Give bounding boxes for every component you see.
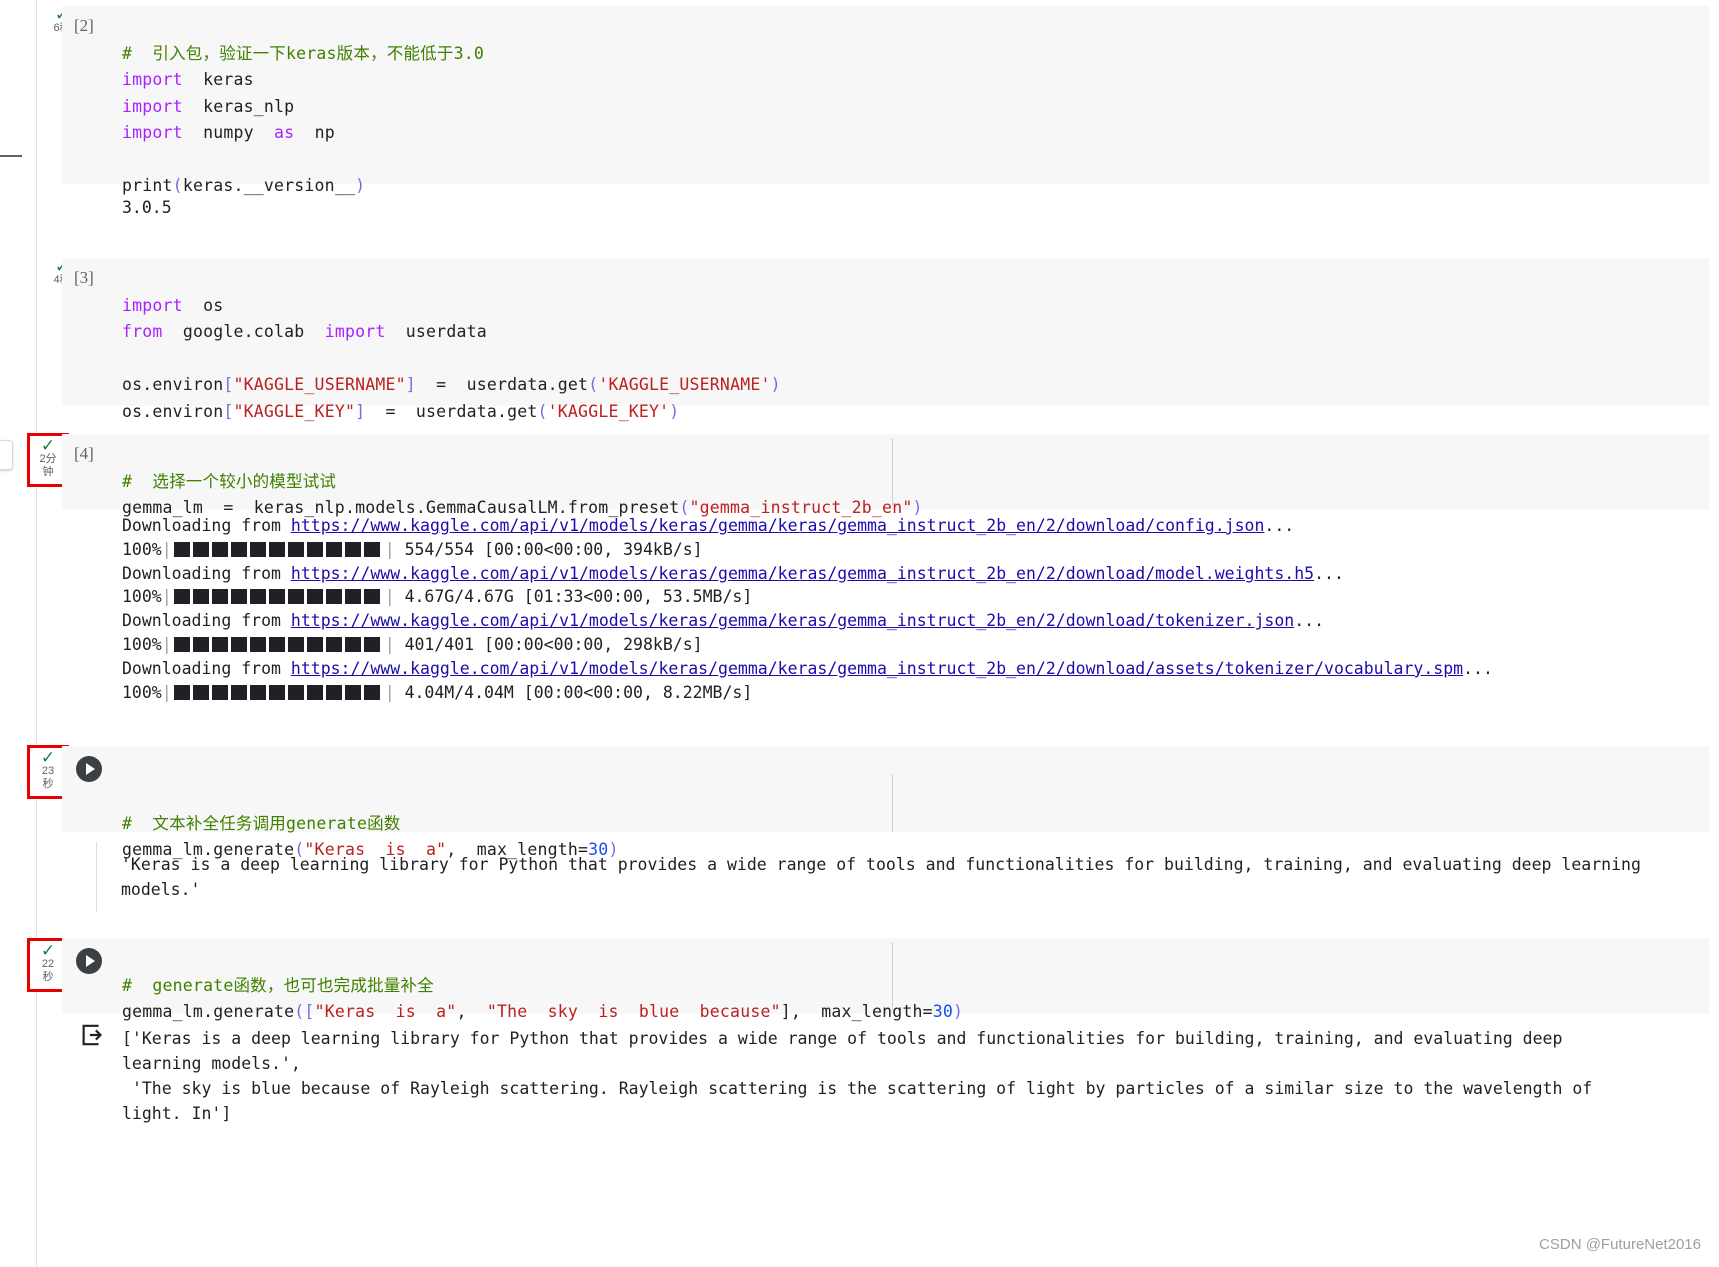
progress-bar xyxy=(173,540,383,562)
code-wrap-guide xyxy=(892,774,893,832)
progress-line: 100%| | 4.67G/4.67G [01:33<00:00, 53.5MB/… xyxy=(122,585,1713,609)
progress-stats: 4.67G/4.67G [01:33<00:00, 53.5MB/s] xyxy=(404,587,753,607)
cell-index-label: [3] xyxy=(74,268,94,287)
execution-duration-line-2: 秒 xyxy=(42,971,54,983)
code-editor-cell-4[interactable]: [4] # 选择一个较小的模型试试 gemma_lm = keras_nlp.mo… xyxy=(62,434,1709,517)
progress-percent: 100% xyxy=(122,682,162,702)
progress-line: 100%| | 401/401 [00:00<00:00, 298kB/s] xyxy=(122,633,1713,657)
progress-bar xyxy=(173,587,383,609)
progress-stats: 554/554 [00:00<00:00, 394kB/s] xyxy=(404,539,703,559)
execution-duration-line-1: 22 xyxy=(41,958,55,970)
execution-duration-line-2: 钟 xyxy=(42,466,54,478)
progress-pipe: | xyxy=(161,634,172,654)
progress-percent: 100% xyxy=(122,634,162,654)
progress-stats: 401/401 [00:00<00:00, 298kB/s] xyxy=(404,634,703,654)
progress-bar xyxy=(173,635,383,657)
download-progress-output: Downloading from https://www.kaggle.com/… xyxy=(122,514,1713,704)
cell-6-result-output: ['Keras is a deep learning library for P… xyxy=(122,1029,1593,1123)
code-line: import keras xyxy=(122,70,254,89)
watermark-label: CSDN @FutureNet2016 xyxy=(1539,1236,1701,1253)
output-arrow-icon xyxy=(78,1022,103,1046)
code-wrap-guide xyxy=(892,438,893,506)
download-prefix: Downloading from xyxy=(122,563,291,583)
progress-pipe: | xyxy=(384,634,395,654)
progress-line: 100%| | 554/554 [00:00<00:00, 394kB/s] xyxy=(122,538,1713,562)
progress-pipe: | xyxy=(384,587,395,607)
colab-notebook-page: ✓ 6秒 [2] # 引入包，验证一下keras版本，不能低于3.0import… xyxy=(0,0,1719,1267)
code-wrap-guide xyxy=(892,942,893,1010)
check-icon: ✓ xyxy=(40,436,56,455)
execution-duration-line-2: 秒 xyxy=(42,778,54,790)
download-url-link[interactable]: https://www.kaggle.com/api/v1/models/ker… xyxy=(291,611,1294,630)
progress-pipe: | xyxy=(161,587,172,607)
check-icon: ✓ xyxy=(40,941,56,960)
download-prefix: Downloading from xyxy=(122,516,291,535)
download-suffix: ... xyxy=(1264,516,1295,535)
progress-bar xyxy=(173,683,383,705)
code-editor-cell-6[interactable]: # generate函数，也可也完成批量补全 gemma_lm.generate(… xyxy=(62,938,1709,1021)
execution-duration-line-1: 2分 xyxy=(39,453,57,465)
download-line: Downloading from https://www.kaggle.com/… xyxy=(122,514,1713,538)
code-line: import numpy as np xyxy=(122,123,335,142)
run-cell-button[interactable] xyxy=(76,756,102,782)
execution-duration-line-1: 23 xyxy=(41,765,55,777)
code-line: # 文本补全任务调用generate函数 xyxy=(122,813,401,833)
notebook-left-rail xyxy=(36,0,37,1267)
download-url-link[interactable]: https://www.kaggle.com/api/v1/models/ker… xyxy=(291,564,1314,583)
cell-5-result-output: 'Keras is a deep learning library for Py… xyxy=(96,842,1709,912)
progress-pipe: | xyxy=(161,682,172,702)
rail-tick xyxy=(0,155,22,157)
download-url-link[interactable]: https://www.kaggle.com/api/v1/models/ker… xyxy=(291,516,1265,535)
progress-pipe: | xyxy=(384,682,395,702)
code-line: import keras_nlp xyxy=(122,96,295,116)
code-line: from google.colab import userdata xyxy=(122,322,487,341)
code-line: # 引入包，验证一下keras版本，不能低于3.0 xyxy=(122,43,484,63)
left-panel-stub[interactable] xyxy=(0,440,13,470)
progress-pipe: | xyxy=(161,539,172,559)
download-prefix: Downloading from xyxy=(122,611,291,631)
cell-index-label: [2] xyxy=(74,16,94,35)
download-line: Downloading from https://www.kaggle.com/… xyxy=(122,657,1713,681)
code-line: import os xyxy=(122,295,224,315)
progress-line: 100%| | 4.04M/4.04M [00:00<00:00, 8.22MB/… xyxy=(122,681,1713,705)
code-line: # 选择一个较小的模型试试 xyxy=(122,471,337,491)
code-editor-cell-3[interactable]: [3] import os from google.colab import us… xyxy=(62,258,1709,421)
download-line: Downloading from https://www.kaggle.com/… xyxy=(122,562,1713,586)
progress-percent: 100% xyxy=(122,587,162,607)
download-prefix: Downloading from xyxy=(122,658,291,678)
download-suffix: ... xyxy=(1463,658,1493,678)
cell-index-label: [4] xyxy=(74,444,94,463)
code-line: os.environ["KAGGLE_USERNAME"] = userdata… xyxy=(122,375,781,394)
code-editor-cell-5[interactable]: # 文本补全任务调用generate函数 gemma_lm.generate("K… xyxy=(62,746,1709,859)
progress-stats: 4.04M/4.04M [00:00<00:00, 8.22MB/s] xyxy=(404,682,753,702)
check-icon: ✓ xyxy=(40,748,56,767)
download-suffix: ... xyxy=(1294,611,1325,631)
run-cell-button[interactable] xyxy=(76,948,102,974)
progress-pipe: | xyxy=(384,539,395,559)
cell-2-output: 3.0.5 xyxy=(122,198,172,217)
code-line: os.environ["KAGGLE_KEY"] = userdata.get(… xyxy=(122,401,680,421)
download-line: Downloading from https://www.kaggle.com/… xyxy=(122,609,1713,633)
progress-percent: 100% xyxy=(122,539,162,559)
code-line: # generate函数，也可也完成批量补全 xyxy=(122,975,434,995)
download-url-link[interactable]: https://www.kaggle.com/api/v1/models/ker… xyxy=(291,659,1463,678)
code-editor-cell-2[interactable]: [2] # 引入包，验证一下keras版本，不能低于3.0 import kera… xyxy=(62,6,1709,195)
download-suffix: ... xyxy=(1314,563,1344,583)
